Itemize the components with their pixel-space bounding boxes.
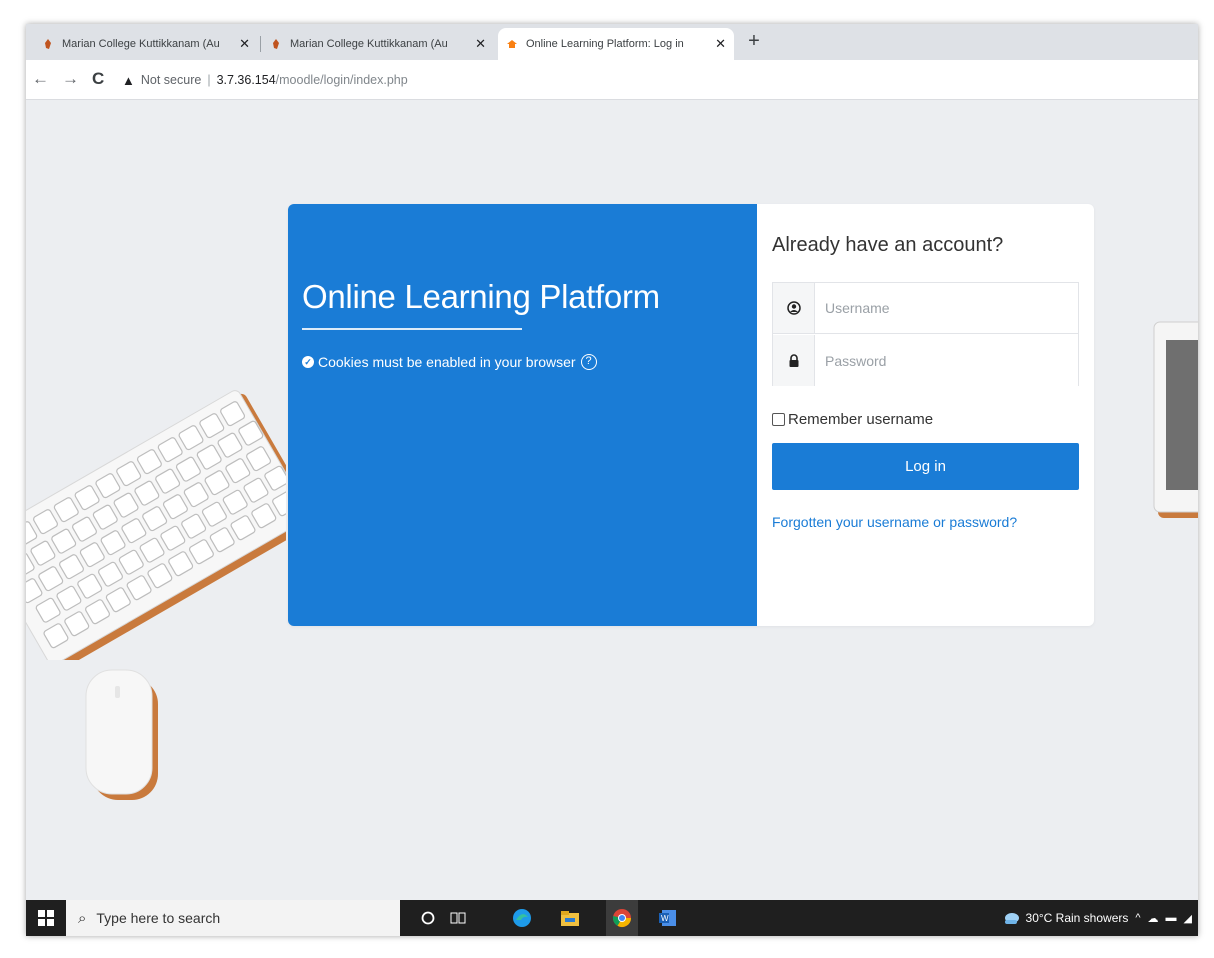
user-icon	[773, 283, 815, 333]
cookies-notice: ✓ Cookies must be enabled in your browse…	[302, 354, 597, 370]
tab-close-icon[interactable]: ✕	[715, 36, 726, 52]
cortana-icon[interactable]	[416, 906, 440, 930]
tab-close-icon[interactable]: ✕	[475, 36, 486, 52]
system-tray: 30°C Rain showers ^ ☁ ▬ ◢	[1002, 900, 1192, 936]
login-page: Online Learning Platform ✓ Cookies must …	[26, 100, 1198, 900]
forward-arrow-icon[interactable]: →	[62, 69, 79, 89]
word-icon[interactable]: W	[656, 906, 680, 930]
username-row	[773, 283, 1078, 334]
marian-college-favicon-icon	[273, 39, 279, 49]
site-name-underline	[302, 328, 522, 330]
reload-icon[interactable]: C	[92, 69, 104, 89]
task-view-icon[interactable]	[446, 906, 470, 930]
credentials-group	[772, 282, 1079, 386]
help-icon[interactable]: ?	[580, 354, 597, 370]
new-tab-button[interactable]: +	[742, 28, 766, 56]
login-heading: Already have an account?	[772, 234, 1004, 256]
password-row	[773, 335, 1078, 386]
tablet-illustration	[1153, 321, 1198, 518]
keyboard-illustration	[26, 390, 286, 660]
weather-text[interactable]: 30°C Rain showers	[1026, 911, 1129, 925]
windows-start-button[interactable]	[26, 900, 66, 936]
browser-toolbar: ← → C ▲ Not secure | 3.7.36.154 /moodle/…	[26, 60, 1198, 100]
tab-title: Online Learning Platform: Log in	[526, 38, 684, 50]
battery-icon[interactable]: ▬	[1166, 912, 1177, 924]
back-arrow-icon[interactable]: ←	[32, 69, 49, 89]
url-host: 3.7.36.154	[216, 73, 276, 87]
login-button[interactable]: Log in	[772, 443, 1079, 490]
address-separator: |	[207, 73, 211, 87]
mouse-illustration	[85, 669, 158, 800]
tab-marian-college-1[interactable]: Marian College Kuttikkanam (Au ✕	[34, 28, 258, 60]
onedrive-cloud-icon[interactable]: ☁	[1148, 912, 1159, 925]
tab-separator	[260, 36, 261, 52]
tab-close-icon[interactable]: ✕	[239, 36, 250, 52]
forgot-password-link[interactable]: Forgotten your username or password?	[772, 514, 1017, 530]
login-card: Online Learning Platform ✓ Cookies must …	[288, 204, 1094, 626]
chevron-up-icon[interactable]: ^	[1135, 912, 1140, 924]
cookies-notice-text: Cookies must be enabled in your browser	[318, 354, 576, 370]
site-name: Online Learning Platform	[302, 278, 660, 315]
lock-icon	[773, 335, 815, 386]
tab-title: Marian College Kuttikkanam (Au	[290, 38, 448, 50]
search-icon: ⌕	[78, 909, 87, 927]
login-form-panel: Already have an account? Username Rememb…	[757, 204, 1094, 626]
remember-label: Remember username	[788, 411, 934, 428]
chrome-icon[interactable]	[606, 900, 638, 936]
username-field[interactable]	[815, 283, 1078, 333]
marian-college-favicon-icon	[45, 39, 51, 49]
rain-cloud-icon	[1004, 913, 1019, 924]
tab-strip: Marian College Kuttikkanam (Au ✕ Marian …	[26, 24, 1198, 60]
tab-marian-college-2[interactable]: Marian College Kuttikkanam (Au ✕	[262, 28, 494, 60]
network-icon[interactable]: ◢	[1184, 912, 1192, 925]
browser-window: Marian College Kuttikkanam (Au ✕ Marian …	[26, 24, 1198, 936]
windows-logo-icon	[38, 910, 54, 926]
taskbar-search[interactable]: ⌕ Type here to search	[66, 900, 400, 936]
brand-panel: Online Learning Platform ✓ Cookies must …	[288, 204, 757, 626]
not-secure-warning-icon[interactable]: ▲	[122, 73, 135, 88]
file-explorer-icon[interactable]	[558, 906, 582, 930]
tab-online-learning-login[interactable]: Online Learning Platform: Log in ✕	[498, 28, 734, 60]
taskbar-search-placeholder: Type here to search	[96, 910, 221, 926]
windows-taskbar: ⌕ Type here to search W 30°C Rain shower…	[26, 900, 1198, 936]
moodle-favicon-icon	[507, 40, 517, 48]
edge-browser-icon[interactable]	[510, 906, 534, 930]
security-label[interactable]: Not secure	[141, 73, 201, 87]
url-path: /moodle/login/index.php	[275, 73, 408, 87]
address-bar[interactable]: ▲ Not secure | 3.7.36.154 /moodle/login/…	[122, 67, 1182, 93]
tab-title: Marian College Kuttikkanam (Au	[62, 38, 220, 50]
remember-username[interactable]: Remember username	[772, 411, 933, 428]
password-field[interactable]	[815, 335, 1078, 386]
info-icon: ✓	[302, 356, 314, 368]
remember-checkbox[interactable]	[772, 413, 785, 426]
svg-text:W: W	[661, 914, 669, 923]
